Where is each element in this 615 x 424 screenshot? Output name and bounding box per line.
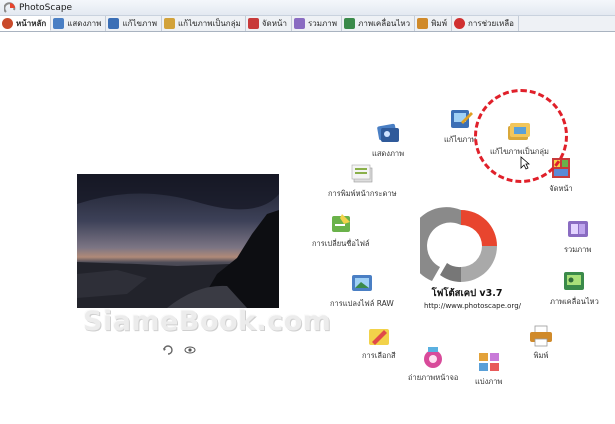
print-icon [530,325,552,347]
tab-combine[interactable]: รวมภาพ [292,16,343,31]
menu-combine[interactable]: รวมภาพ [564,218,591,256]
print-icon [417,18,429,29]
view-eye-icon[interactable] [184,345,196,355]
tab-animated-gif[interactable]: ภาพเคลื่อนไหว [342,16,416,31]
menu-label: จัดหน้า [549,184,573,193]
rotate-icon[interactable] [162,345,174,355]
menu-label: แบ่งภาพ [475,377,503,386]
preview-controls [162,345,196,355]
menu-animated-gif[interactable]: ภาพเคลื่อนไหว [550,270,599,308]
menu-print[interactable]: พิมพ์ [528,324,554,362]
mouse-cursor-icon [520,156,530,170]
viewer-icon [53,18,65,29]
menu-label: การแปลงไฟล์ RAW [330,299,394,308]
menu-screen-capture[interactable]: ถ่ายภาพหน้าจอ [408,346,458,384]
combine-icon [567,221,588,237]
tab-page[interactable]: จัดหน้า [246,16,292,31]
raw-converter-icon [351,275,372,291]
screen-capture-icon [424,347,443,368]
title-bar: PhotoScape [0,0,615,16]
main-tab-bar: หน้าหลัก แสดงภาพ แก้ไขภาพ แก้ไขภาพเป็นกล… [0,16,615,32]
window-title: PhotoScape [19,2,73,13]
tab-label: การช่วยเหลือ [467,19,514,28]
tab-label: จัดหน้า [261,19,287,28]
help-icon [453,18,465,29]
menu-color-picker[interactable]: การเลือกสี [362,324,396,362]
menu-editor[interactable]: แก้ไขภาพ [444,108,476,146]
brand-name: โฟโต้สเคป v3.7 [431,288,503,299]
batch-editor-icon [163,18,175,29]
menu-raw-converter[interactable]: การแปลงไฟล์ RAW [330,272,394,310]
tab-label: หน้าหลัก [16,18,47,28]
tab-label: ภาพเคลื่อนไหว [358,19,411,28]
editor-icon [451,110,474,128]
preview-photo [77,174,279,308]
tab-batch-editor[interactable]: แก้ไขภาพเป็นกลุ่ม [162,16,246,31]
tab-print[interactable]: พิมพ์ [415,16,452,31]
tab-label: แก้ไขภาพ [122,19,157,28]
rename-icon [331,214,350,232]
app-logo-icon [4,1,16,13]
menu-label: แก้ไขภาพ [444,135,477,144]
tab-home[interactable]: หน้าหลัก [0,16,52,31]
color-picker-icon [368,329,389,345]
animated-gif-icon [344,18,356,29]
brand-url[interactable]: http://www.photoscape.org/ [424,302,521,310]
tab-label: แก้ไขภาพเป็นกลุ่ม [177,19,241,28]
menu-splitter[interactable]: แบ่งภาพ [475,350,502,388]
tab-viewer[interactable]: แสดงภาพ [51,16,107,31]
combine-icon [293,18,305,29]
paper-print-icon [351,164,373,183]
viewer-icon [377,123,400,142]
brand-block: โฟโต้สเคป v3.7 http://www.photoscape.org… [424,286,521,310]
menu-label: การเปลี่ยนชื่อไฟล์ [312,239,370,248]
menu-paper-print[interactable]: การพิมพ์หน้ากระดาษ [328,162,397,200]
menu-viewer[interactable]: แสดงภาพ [372,122,404,160]
menu-label: การเลือกสี [362,351,396,360]
menu-label: ถ่ายภาพหน้าจอ [408,373,459,382]
splitter-icon [478,353,499,371]
tab-editor[interactable]: แก้ไขภาพ [106,16,162,31]
tab-label: แสดงภาพ [67,19,102,28]
watermark-text: SiameBook.com [83,306,332,337]
page-icon [247,18,259,29]
tab-help[interactable]: การช่วยเหลือ [452,16,519,31]
tab-label: พิมพ์ [431,19,447,28]
home-icon [2,17,13,29]
animated-gif-icon [564,272,585,290]
menu-label: แสดงภาพ [372,149,405,158]
menu-rename[interactable]: การเปลี่ยนชื่อไฟล์ [312,212,370,250]
menu-label: รวมภาพ [564,245,592,254]
editor-icon [108,18,120,29]
tab-label: รวมภาพ [307,19,338,28]
menu-label: พิมพ์ [533,351,549,360]
menu-label: ภาพเคลื่อนไหว [550,297,599,306]
photoscape-logo-icon [420,207,497,282]
menu-label: การพิมพ์หน้ากระดาษ [328,189,397,198]
